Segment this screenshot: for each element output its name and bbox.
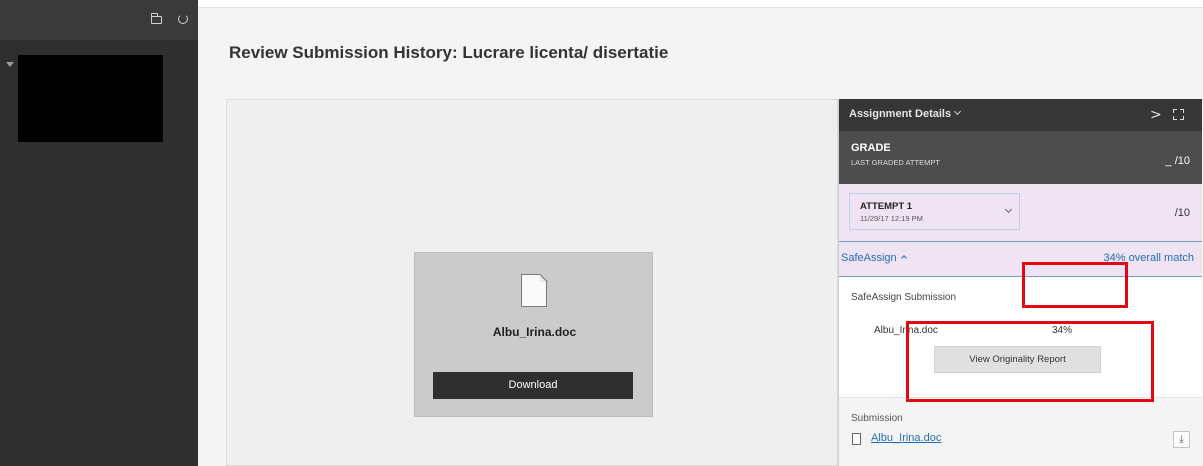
chevron-right-icon[interactable]: > xyxy=(1150,107,1162,123)
submission-file-link[interactable]: Albu_Irina.doc xyxy=(871,432,941,444)
assignment-details-toggle[interactable]: Assignment Details xyxy=(849,107,962,120)
top-bar xyxy=(198,0,1203,8)
attempt-select[interactable]: ATTEMPT 1 11/29/17 12:19 PM xyxy=(849,193,1020,230)
attempt-section: ATTEMPT 1 11/29/17 12:19 PM /10 SafeAssi… xyxy=(839,184,1202,277)
file-card: Albu_Irina.doc Download xyxy=(414,252,653,417)
annotation-box-report xyxy=(906,321,1154,402)
attempt-grade: /10 xyxy=(1174,207,1190,219)
safeassign-section-title: SafeAssign Submission xyxy=(851,292,957,303)
annotation-box-safeassign xyxy=(1022,262,1128,308)
submission-section: Submission Albu_Irina.doc ⤓ xyxy=(839,397,1202,466)
chevron-up-icon xyxy=(900,255,907,261)
safeassign-toggle-label: SafeAssign xyxy=(841,252,897,264)
grade-label: GRADE xyxy=(851,142,891,154)
grade-sublabel: LAST GRADED ATTEMPT xyxy=(851,158,940,167)
refresh-icon[interactable] xyxy=(178,14,188,24)
page-title: Review Submission History: Lucrare licen… xyxy=(229,43,669,62)
panel-header-title: Assignment Details xyxy=(849,108,952,120)
attempt-label: ATTEMPT 1 xyxy=(860,201,913,212)
chevron-down-icon xyxy=(1004,205,1013,214)
caret-down-icon[interactable] xyxy=(6,62,14,67)
download-icon[interactable]: ⤓ xyxy=(1173,431,1190,448)
download-button[interactable]: Download xyxy=(433,372,633,399)
document-icon xyxy=(521,273,548,307)
document-viewer: Albu_Irina.doc Download xyxy=(226,99,838,466)
attempt-date: 11/29/17 12:19 PM xyxy=(860,214,923,223)
file-icon xyxy=(852,433,861,445)
panel-header: Assignment Details > xyxy=(839,99,1202,131)
sidebar-toolbar xyxy=(0,0,198,40)
file-name: Albu_Irina.doc xyxy=(492,325,577,339)
grade-value: _ /10 xyxy=(1165,155,1190,167)
expand-icon[interactable] xyxy=(1173,109,1184,120)
submission-title: Submission xyxy=(851,413,903,424)
folder-icon[interactable] xyxy=(150,13,162,24)
assignment-details-panel: Assignment Details > GRADE LAST GRADED A… xyxy=(838,99,1202,466)
safeassign-row: SafeAssign 34% overall match xyxy=(839,241,1202,277)
chevron-down-icon xyxy=(954,107,962,116)
redacted-area xyxy=(18,55,163,142)
safeassign-toggle[interactable]: SafeAssign xyxy=(841,252,907,264)
grade-section: GRADE LAST GRADED ATTEMPT _ /10 xyxy=(839,131,1202,184)
course-sidebar xyxy=(0,0,198,466)
